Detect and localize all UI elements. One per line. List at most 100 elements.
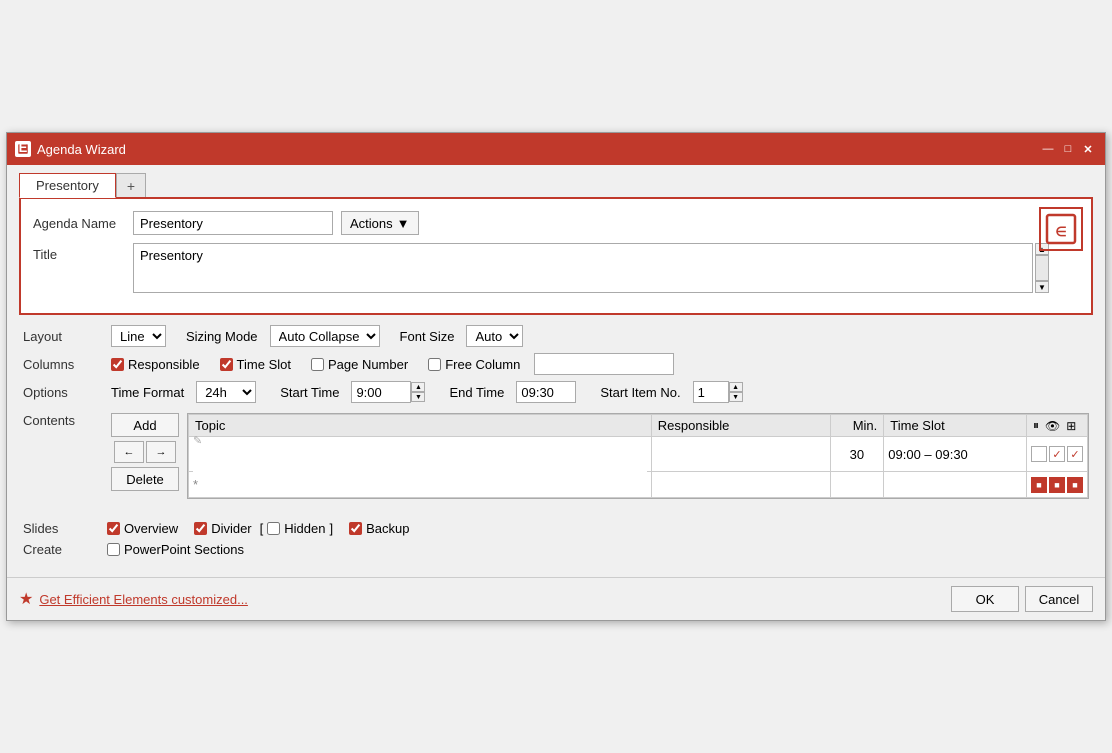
table-header-row: Topic Responsible Min. Tim: [189, 415, 1088, 437]
td-timeslot-new: [884, 472, 1027, 498]
th-responsible: Responsible: [651, 415, 830, 437]
freecolumn-input[interactable]: [534, 353, 674, 375]
pause-icon-1[interactable]: [1031, 446, 1047, 462]
sizing-mode-dropdown[interactable]: Auto Collapse: [270, 325, 380, 347]
ppt-sections-label[interactable]: PowerPoint Sections: [107, 542, 244, 557]
delete-button[interactable]: Delete: [111, 467, 179, 491]
right-arrow-button[interactable]: →: [146, 441, 176, 463]
td-responsible-1[interactable]: [651, 437, 830, 472]
startitem-down[interactable]: ▼: [729, 392, 743, 402]
backup-checkbox[interactable]: [349, 522, 362, 535]
starttime-label: Start Time: [280, 385, 339, 400]
check-icon-2[interactable]: ✓: [1067, 446, 1083, 462]
th-topic: Topic: [189, 415, 652, 437]
title-textarea[interactable]: [133, 243, 1033, 293]
ppt-sections-checkbox[interactable]: [107, 543, 120, 556]
contents-section: Add ← → Delete Topic: [111, 413, 1089, 499]
hidden-prefix: [: [260, 521, 264, 536]
startitem-label: Start Item No.: [600, 385, 680, 400]
overview-label[interactable]: Overview: [107, 521, 178, 536]
timeformat-label: Time Format: [111, 385, 184, 400]
footer-link[interactable]: ★ Get Efficient Elements customized...: [19, 589, 248, 609]
td-responsible-new: [651, 472, 830, 498]
footer: ★ Get Efficient Elements customized... O…: [7, 577, 1105, 620]
td-timeslot-1: 09:00 – 09:30: [884, 437, 1027, 472]
eye-header-icon: 👁: [1045, 419, 1060, 433]
font-size-dropdown[interactable]: Auto: [466, 325, 523, 347]
options-label: Options: [23, 385, 103, 400]
starttime-input[interactable]: [351, 381, 411, 403]
window-controls: — □ ✕: [1039, 140, 1097, 158]
tab-presentory[interactable]: Presentory: [19, 173, 116, 198]
backup-label[interactable]: Backup: [349, 521, 409, 536]
slides-row: Slides Overview Divider [ Hidden ]: [23, 521, 1089, 536]
layout-dropdown[interactable]: Line: [111, 325, 166, 347]
timeslot-checkbox[interactable]: [220, 358, 233, 371]
contents-label: Contents: [23, 413, 103, 428]
pagenumber-checkbox[interactable]: [311, 358, 324, 371]
agenda-section: ∈ Agenda Name Actions ▼ Title ▲: [19, 197, 1093, 315]
settings-section: Layout Line Sizing Mode Auto Collapse Fo…: [19, 315, 1093, 515]
check-icon-1[interactable]: ✓: [1049, 446, 1065, 462]
pagenumber-checkbox-label[interactable]: Page Number: [311, 357, 408, 372]
freecolumn-checkbox[interactable]: [428, 358, 441, 371]
td-topic-1: ✎: [189, 437, 652, 472]
timeformat-dropdown[interactable]: 24h: [196, 381, 256, 403]
startitem-spinners: ▲ ▼: [729, 382, 743, 402]
divider-label[interactable]: Divider: [194, 521, 251, 536]
title-bar: E Agenda Wizard — □ ✕: [7, 133, 1105, 165]
contents-table-wrapper: Topic Responsible Min. Tim: [187, 413, 1089, 499]
sizing-mode-label: Sizing Mode: [186, 329, 258, 344]
title-label: Title: [33, 247, 133, 262]
hidden-checkbox[interactable]: [267, 522, 280, 535]
hidden-label[interactable]: Hidden: [267, 521, 325, 536]
freecolumn-checkbox-label[interactable]: Free Column: [428, 357, 520, 372]
title-bar-left: E Agenda Wizard: [15, 141, 126, 157]
startitem-up[interactable]: ▲: [729, 382, 743, 392]
responsible-checkbox[interactable]: [111, 358, 124, 371]
add-button[interactable]: Add: [111, 413, 179, 437]
footer-link-text[interactable]: Get Efficient Elements customized...: [39, 592, 248, 607]
red-icon-1[interactable]: ■: [1031, 477, 1047, 493]
left-arrow-button[interactable]: ←: [114, 441, 144, 463]
layout-label: Layout: [23, 329, 103, 344]
slides-label: Slides: [23, 521, 103, 536]
contents-row: Contents Add ← → Delete: [23, 409, 1089, 499]
divider-checkbox[interactable]: [194, 522, 207, 535]
footer-buttons: OK Cancel: [951, 586, 1093, 612]
red-icon-3[interactable]: ■: [1067, 477, 1083, 493]
hidden-suffix: ]: [329, 521, 333, 536]
title-scroll-down[interactable]: ▼: [1035, 281, 1049, 293]
topic-input-1[interactable]: [193, 447, 647, 477]
overview-checkbox[interactable]: [107, 522, 120, 535]
restore-button[interactable]: □: [1059, 140, 1077, 158]
agenda-name-row: Agenda Name Actions ▼: [33, 211, 1079, 235]
header-icons: ⏸ 👁 ⊞: [1033, 418, 1081, 433]
startitem-input[interactable]: [693, 381, 729, 403]
responsible-checkbox-label[interactable]: Responsible: [111, 357, 200, 372]
actions-button[interactable]: Actions ▼: [341, 211, 419, 235]
td-min-1: 30: [830, 437, 884, 472]
ok-button[interactable]: OK: [951, 586, 1019, 612]
starttime-up[interactable]: ▲: [411, 382, 425, 392]
font-size-label: Font Size: [400, 329, 455, 344]
red-icon-2[interactable]: ■: [1049, 477, 1065, 493]
columns-row: Columns Responsible Time Slot Page Numbe…: [23, 353, 1089, 375]
pause-header-icon: ⏸: [1033, 418, 1039, 433]
tab-add-button[interactable]: +: [116, 173, 146, 198]
agenda-logo: ∈: [1039, 207, 1083, 251]
cancel-button[interactable]: Cancel: [1025, 586, 1093, 612]
starttime-down[interactable]: ▼: [411, 392, 425, 402]
close-button[interactable]: ✕: [1079, 140, 1097, 158]
endtime-input[interactable]: [516, 381, 576, 403]
td-icons-1: ✓ ✓: [1026, 437, 1087, 472]
minimize-button[interactable]: —: [1039, 140, 1057, 158]
main-content: Presentory + ∈ Agenda Name Actions ▼: [7, 165, 1105, 577]
agenda-name-input[interactable]: [133, 211, 333, 235]
bottom-section: Slides Overview Divider [ Hidden ]: [19, 515, 1093, 569]
td-icons-new: ■ ■ ■: [1026, 472, 1087, 498]
endtime-label: End Time: [449, 385, 504, 400]
timeslot-checkbox-label[interactable]: Time Slot: [220, 357, 291, 372]
table-row: ✎ 30 09:00 – 09:30: [189, 437, 1088, 472]
create-row: Create PowerPoint Sections: [23, 542, 1089, 557]
